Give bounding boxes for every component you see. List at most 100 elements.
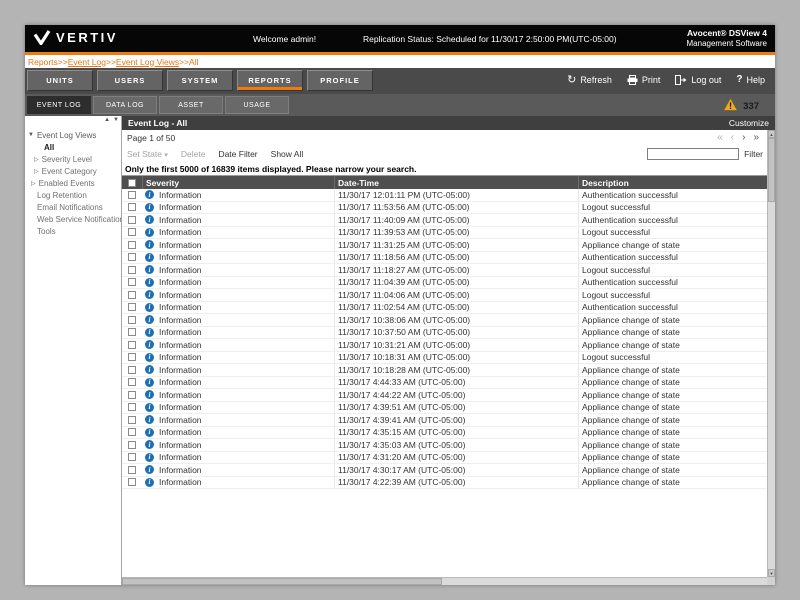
tree-collapse-icon[interactable]: ▼ — [28, 132, 34, 138]
sidebar-item-web-service-notifications[interactable]: Web Service Notifications — [25, 213, 121, 225]
table-row[interactable]: i Information 11/30/17 4:22:39 AM (UTC-0… — [122, 476, 767, 489]
table-row[interactable]: i Information 11/30/17 11:04:39 AM (UTC-… — [122, 276, 767, 289]
row-checkbox[interactable] — [128, 403, 136, 412]
logout-button[interactable]: Log out — [675, 74, 721, 85]
table-row[interactable]: i Information 11/30/17 10:31:21 AM (UTC-… — [122, 339, 767, 352]
vertical-scrollbar-thumb[interactable] — [768, 138, 775, 202]
last-page-button[interactable]: » — [753, 132, 759, 143]
table-row[interactable]: i Information 11/30/17 4:39:51 AM (UTC-0… — [122, 401, 767, 414]
row-checkbox[interactable] — [128, 240, 136, 249]
table-row[interactable]: i Information 11/30/17 4:35:03 AM (UTC-0… — [122, 439, 767, 452]
tab-reports[interactable]: REPORTS — [237, 70, 303, 91]
column-header-date-time[interactable]: Date-Time — [334, 176, 578, 189]
table-row[interactable]: i Information 11/30/17 11:39:53 AM (UTC-… — [122, 226, 767, 239]
subtab-data-log[interactable]: DATA LOG — [93, 96, 157, 114]
show-all-button[interactable]: Show All — [271, 149, 304, 159]
row-checkbox[interactable] — [128, 303, 136, 312]
table-row[interactable]: i Information 11/30/17 11:40:09 AM (UTC-… — [122, 214, 767, 227]
sidebar-group-event-log-views[interactable]: ▼ Event Log Views — [25, 129, 121, 141]
row-checkbox[interactable] — [128, 340, 136, 349]
row-checkbox[interactable] — [128, 440, 136, 449]
table-row[interactable]: i Information 11/30/17 11:02:54 AM (UTC-… — [122, 301, 767, 314]
first-page-button[interactable]: « — [717, 132, 723, 143]
sidebar-scroll-up-icon[interactable]: ▲ — [104, 117, 110, 123]
horizontal-scrollbar[interactable] — [122, 577, 767, 585]
date-filter-button[interactable]: Date Filter — [218, 149, 257, 159]
table-row[interactable]: i Information 11/30/17 4:30:17 AM (UTC-0… — [122, 464, 767, 477]
column-header-severity[interactable]: Severity — [142, 176, 334, 189]
prev-page-button[interactable]: ‹ — [731, 132, 734, 143]
subtab-asset[interactable]: ASSET — [159, 96, 223, 114]
horizontal-scrollbar-thumb[interactable] — [122, 578, 442, 585]
next-page-button[interactable]: › — [742, 132, 745, 143]
alert-badge[interactable]: 337 — [723, 98, 759, 114]
row-checkbox[interactable] — [128, 228, 136, 237]
row-checkbox[interactable] — [128, 478, 136, 487]
help-button[interactable]: ? Help — [736, 74, 765, 85]
row-checkbox[interactable] — [128, 315, 136, 324]
tree-expand-icon[interactable]: ▷ — [31, 180, 36, 187]
table-row[interactable]: i Information 11/30/17 4:35:15 AM (UTC-0… — [122, 426, 767, 439]
breadcrumb-event-log-link[interactable]: Event Log — [68, 57, 106, 67]
row-checkbox[interactable] — [128, 453, 136, 462]
row-checkbox[interactable] — [128, 390, 136, 399]
tab-profile[interactable]: PROFILE — [307, 70, 373, 91]
row-checkbox[interactable] — [128, 353, 136, 362]
scroll-up-icon[interactable]: ▲ — [768, 130, 775, 138]
scroll-down-icon[interactable]: ▼ — [768, 569, 775, 577]
table-row[interactable]: i Information 11/30/17 11:18:27 AM (UTC-… — [122, 264, 767, 277]
sidebar-item-event-category[interactable]: ▷ Event Category — [25, 165, 121, 177]
table-row[interactable]: i Information 11/30/17 4:44:33 AM (UTC-0… — [122, 376, 767, 389]
table-row[interactable]: i Information 11/30/17 12:01:11 PM (UTC-… — [122, 189, 767, 202]
customize-link[interactable]: Customize — [729, 118, 769, 128]
select-all-checkbox[interactable] — [128, 178, 136, 187]
row-checkbox[interactable] — [128, 190, 136, 199]
set-state-button[interactable]: Set State ▾ — [127, 149, 168, 159]
tab-users[interactable]: USERS — [97, 70, 163, 91]
print-button[interactable]: Print — [627, 74, 660, 85]
table-row[interactable]: i Information 11/30/17 4:31:20 AM (UTC-0… — [122, 451, 767, 464]
row-checkbox[interactable] — [128, 253, 136, 262]
row-checkbox[interactable] — [128, 365, 136, 374]
table-row[interactable]: i Information 11/30/17 11:04:06 AM (UTC-… — [122, 289, 767, 302]
sidebar-item-tools[interactable]: Tools — [25, 225, 121, 237]
sidebar-item-enabled-events[interactable]: ▷ Enabled Events — [25, 177, 121, 189]
subtab-usage[interactable]: USAGE — [225, 96, 289, 114]
row-checkbox[interactable] — [128, 290, 136, 299]
filter-input[interactable] — [647, 147, 740, 160]
table-row[interactable]: i Information 11/30/17 10:38:06 AM (UTC-… — [122, 314, 767, 327]
sidebar-scroll-down-icon[interactable]: ▼ — [113, 117, 119, 123]
row-checkbox[interactable] — [128, 265, 136, 274]
row-checkbox[interactable] — [128, 465, 136, 474]
vertical-scrollbar[interactable]: ▲ ▼ — [767, 130, 775, 577]
row-checkbox[interactable] — [128, 215, 136, 224]
tree-expand-icon[interactable]: ▷ — [34, 168, 39, 175]
sidebar-item-email-notifications[interactable]: Email Notifications — [25, 201, 121, 213]
table-row[interactable]: i Information 11/30/17 4:39:41 AM (UTC-0… — [122, 414, 767, 427]
filter-button[interactable]: Filter — [744, 149, 763, 159]
sidebar-item-log-retention[interactable]: Log Retention — [25, 189, 121, 201]
refresh-button[interactable]: ↻ Refresh — [567, 74, 612, 85]
row-checkbox[interactable] — [128, 378, 136, 387]
table-row[interactable]: i Information 11/30/17 4:44:22 AM (UTC-0… — [122, 389, 767, 402]
table-row[interactable]: i Information 11/30/17 11:53:56 AM (UTC-… — [122, 201, 767, 214]
column-header-description[interactable]: Description — [578, 176, 767, 189]
tree-expand-icon[interactable]: ▷ — [34, 156, 39, 163]
row-checkbox[interactable] — [128, 415, 136, 424]
table-row[interactable]: i Information 11/30/17 11:18:56 AM (UTC-… — [122, 251, 767, 264]
sidebar-item-severity-level[interactable]: ▷ Severity Level — [25, 153, 121, 165]
table-row[interactable]: i Information 11/30/17 10:18:28 AM (UTC-… — [122, 364, 767, 377]
table-row[interactable]: i Information 11/30/17 10:37:50 AM (UTC-… — [122, 326, 767, 339]
table-row[interactable]: i Information 11/30/17 11:31:25 AM (UTC-… — [122, 239, 767, 252]
row-checkbox[interactable] — [128, 328, 136, 337]
table-row[interactable]: i Information 11/30/17 10:18:31 AM (UTC-… — [122, 351, 767, 364]
delete-button[interactable]: Delete — [181, 149, 206, 159]
breadcrumb-event-log-views-link[interactable]: Event Log Views — [116, 57, 179, 67]
tab-units[interactable]: UNITS — [27, 70, 93, 91]
sidebar-item-all[interactable]: All — [25, 141, 121, 153]
row-checkbox[interactable] — [128, 428, 136, 437]
row-checkbox[interactable] — [128, 278, 136, 287]
subtab-event-log[interactable]: EVENT LOG — [27, 96, 91, 114]
tab-system[interactable]: SYSTEM — [167, 70, 233, 91]
row-checkbox[interactable] — [128, 203, 136, 212]
